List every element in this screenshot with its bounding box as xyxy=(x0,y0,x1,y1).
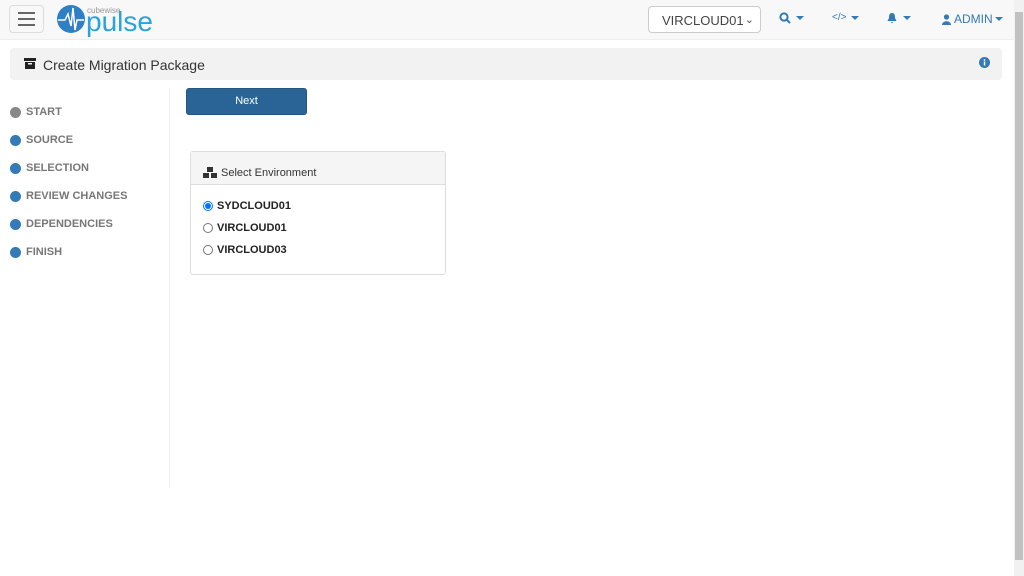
page-header: Create Migration Package xyxy=(10,48,1002,80)
wizard-step-selection[interactable]: SELECTION xyxy=(10,154,127,182)
cubes-icon xyxy=(203,167,217,178)
step-label: SELECTION xyxy=(26,162,89,174)
caret-icon xyxy=(903,16,911,20)
logo[interactable]: cubewise pulse xyxy=(56,4,153,36)
pulse-logo-icon xyxy=(57,5,85,33)
wizard-step-start[interactable]: START xyxy=(10,98,127,126)
card-title: Select Environment xyxy=(221,167,317,179)
search-menu[interactable] xyxy=(779,12,804,24)
code-icon: </> xyxy=(832,12,847,23)
step-label: FINISH xyxy=(26,246,63,258)
environment-option[interactable]: SYDCLOUD01 xyxy=(191,195,445,217)
environment-radio[interactable] xyxy=(203,245,213,255)
wizard-steps: START SOURCE SELECTION REVIEW CHANGES DE… xyxy=(10,98,127,266)
user-icon xyxy=(942,13,951,25)
step-dot-icon xyxy=(10,106,21,118)
environment-radio[interactable] xyxy=(203,223,213,233)
wizard-step-source[interactable]: SOURCE xyxy=(10,126,127,154)
step-label: REVIEW CHANGES xyxy=(26,190,128,202)
archive-icon xyxy=(24,58,36,69)
step-dot-icon xyxy=(10,190,21,202)
wizard-step-dependencies[interactable]: DEPENDENCIES xyxy=(10,210,127,238)
search-icon xyxy=(779,12,791,24)
caret-icon xyxy=(851,15,860,20)
divider xyxy=(169,88,170,488)
caret-icon xyxy=(994,17,1003,21)
environment-option[interactable]: VIRCLOUD03 xyxy=(191,239,445,261)
environment-select[interactable]: VIRCLOUD01 ⌄ xyxy=(648,6,761,33)
menu-toggle-button[interactable] xyxy=(9,5,44,33)
logo-product: pulse xyxy=(86,6,153,37)
code-menu[interactable]: </> xyxy=(832,12,860,23)
option-label: VIRCLOUD01 xyxy=(217,222,287,234)
environment-option[interactable]: VIRCLOUD01 xyxy=(191,217,445,239)
caret-icon xyxy=(796,16,804,20)
notifications-menu[interactable] xyxy=(886,12,911,24)
option-label: SYDCLOUD01 xyxy=(217,200,291,212)
select-environment-card: Select Environment SYDCLOUD01 VIRCLOUD01… xyxy=(190,151,446,275)
environment-radio[interactable] xyxy=(203,201,213,211)
step-dot-icon xyxy=(10,134,21,146)
next-button[interactable]: Next xyxy=(186,88,307,115)
step-dot-icon xyxy=(10,246,21,258)
environment-select-value: VIRCLOUD01 xyxy=(662,13,744,28)
option-label: VIRCLOUD03 xyxy=(217,244,287,256)
wizard-step-finish[interactable]: FINISH xyxy=(10,238,127,266)
info-icon[interactable] xyxy=(979,57,990,68)
step-label: START xyxy=(26,106,62,118)
step-dot-icon xyxy=(10,218,21,230)
scrollbar[interactable] xyxy=(1014,0,1024,576)
step-dot-icon xyxy=(10,162,21,174)
user-name: ADMIN xyxy=(954,12,993,26)
wizard-step-review-changes[interactable]: REVIEW CHANGES xyxy=(10,182,127,210)
page-title: Create Migration Package xyxy=(43,57,205,73)
step-label: SOURCE xyxy=(26,134,74,146)
card-header: Select Environment xyxy=(191,152,445,185)
chevron-down-icon: ⌄ xyxy=(744,14,754,26)
scrollbar-thumb[interactable] xyxy=(1015,12,1023,560)
top-navbar: cubewise pulse VIRCLOUD01 ⌄ </> ADMIN xyxy=(0,0,1014,40)
user-menu[interactable]: ADMIN xyxy=(942,12,1003,26)
bell-icon xyxy=(887,13,897,24)
step-label: DEPENDENCIES xyxy=(26,218,113,230)
